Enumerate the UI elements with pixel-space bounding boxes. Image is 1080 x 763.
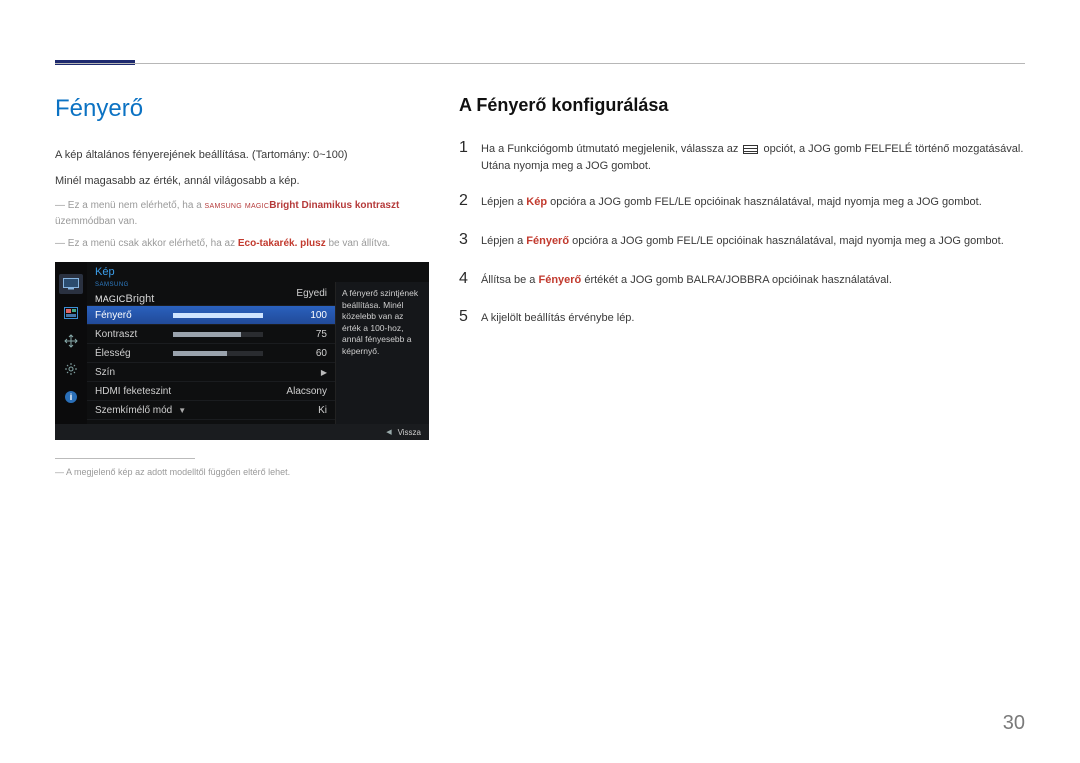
step-3-pre: Lépjen a xyxy=(481,235,526,247)
step-3-bold: Fényerő xyxy=(526,235,569,247)
left-column: Fényerő A kép általános fényerejének beá… xyxy=(55,95,429,477)
footnote: A megjelenő kép az adott modelltől függő… xyxy=(55,467,429,477)
step-4: 4 Állítsa be a Fényerő értékét a JOG gom… xyxy=(459,267,1025,292)
step-number: 1 xyxy=(459,136,481,161)
menu-icon xyxy=(743,145,758,154)
step-number: 3 xyxy=(459,228,481,253)
picture-icon xyxy=(62,304,80,322)
note-1-pre: Ez a menü nem elérhető, ha a xyxy=(68,200,205,211)
step-1-pre: Ha a Funkciógomb útmutató megjelenik, vá… xyxy=(481,143,741,155)
osd-title: Kép xyxy=(87,262,429,282)
info-icon: i xyxy=(62,388,80,406)
note-1-post: üzemmódban van. xyxy=(55,216,137,227)
section-heading: Fényerő xyxy=(55,95,429,123)
gear-icon xyxy=(62,360,80,378)
osd-desc: A fényerő szintjének beállítása. Minél k… xyxy=(335,282,429,424)
note-2-pre: Ez a menü csak akkor elérhető, ha az xyxy=(68,238,238,249)
step-5-text: A kijelölt beállítás érvénybe lép. xyxy=(481,310,634,327)
step-2: 2 Lépjen a Kép opcióra a JOG gomb FEL/LE… xyxy=(459,189,1025,214)
svg-text:i: i xyxy=(70,392,73,402)
osd-screenshot: i Kép SAMSUNGMAGICBrightEgyediFényerő100… xyxy=(55,262,429,440)
step-2-bold: Kép xyxy=(526,196,547,208)
header-rule xyxy=(55,63,1025,64)
step-2-pre: Lépjen a xyxy=(481,196,526,208)
page: Fényerő A kép általános fényerejének beá… xyxy=(0,0,1080,477)
note-2-post: be van állítva. xyxy=(326,238,390,249)
note-2: Ez a menü csak akkor elérhető, ha az Eco… xyxy=(55,236,429,252)
osd-row: Szín▶ xyxy=(87,363,335,382)
intro-line-1: A kép általános fényerejének beállítása.… xyxy=(55,147,429,165)
step-4-bold: Fényerő xyxy=(538,274,581,286)
step-2-post: opcióra a JOG gomb FEL/LE opcióinak hasz… xyxy=(547,196,982,208)
brand-samsung: SAMSUNG xyxy=(205,203,243,210)
brand-magic: MAGIC xyxy=(245,203,269,210)
step-number: 5 xyxy=(459,305,481,330)
osd-back: Vissza xyxy=(398,428,421,437)
osd-list: SAMSUNGMAGICBrightEgyediFényerő100Kontra… xyxy=(87,282,335,424)
note-1: Ez a menü nem elérhető, ha a SAMSUNG MAG… xyxy=(55,198,429,230)
step-4-post: értékét a JOG gomb BALRA/JOBBRA opcióina… xyxy=(581,274,892,286)
osd-footer: ◀ Vissza xyxy=(55,424,429,440)
note-2-bold: Eco-takarék. plusz xyxy=(238,238,326,249)
osd-sidebar: i xyxy=(55,262,87,424)
monitor-icon xyxy=(59,274,83,294)
step-number: 2 xyxy=(459,189,481,214)
step-5: 5 A kijelölt beállítás érvénybe lép. xyxy=(459,305,1025,330)
osd-row: HDMI feketeszintAlacsony xyxy=(87,382,335,401)
page-number: 30 xyxy=(1003,712,1025,735)
osd-row: Szemkímélő mód▼Ki xyxy=(87,401,335,420)
step-3: 3 Lépjen a Fényerő opcióra a JOG gomb FE… xyxy=(459,228,1025,253)
right-column: A Fényerő konfigurálása 1 Ha a Funkciógo… xyxy=(459,95,1025,477)
intro-line-2: Minél magasabb az érték, annál világosab… xyxy=(55,173,429,191)
arrows-icon xyxy=(62,332,80,350)
right-heading: A Fényerő konfigurálása xyxy=(459,95,1025,116)
step-4-pre: Állítsa be a xyxy=(481,274,538,286)
osd-row: Kontraszt75 xyxy=(87,325,335,344)
osd-row: Fényerő100 xyxy=(87,306,335,325)
osd-row: Élesség60 xyxy=(87,344,335,363)
note-1-bold: Bright Dinamikus kontraszt xyxy=(269,200,399,211)
step-3-post: opcióra a JOG gomb FEL/LE opcióinak hasz… xyxy=(569,235,1004,247)
step-number: 4 xyxy=(459,267,481,292)
osd-main: Kép SAMSUNGMAGICBrightEgyediFényerő100Ko… xyxy=(87,262,429,424)
step-1: 1 Ha a Funkciógomb útmutató megjelenik, … xyxy=(459,136,1025,175)
osd-row: SAMSUNGMAGICBrightEgyedi xyxy=(87,282,335,306)
back-triangle-icon: ◀ xyxy=(386,428,391,436)
steps-list: 1 Ha a Funkciógomb útmutató megjelenik, … xyxy=(459,136,1025,330)
footnote-rule xyxy=(55,458,195,459)
